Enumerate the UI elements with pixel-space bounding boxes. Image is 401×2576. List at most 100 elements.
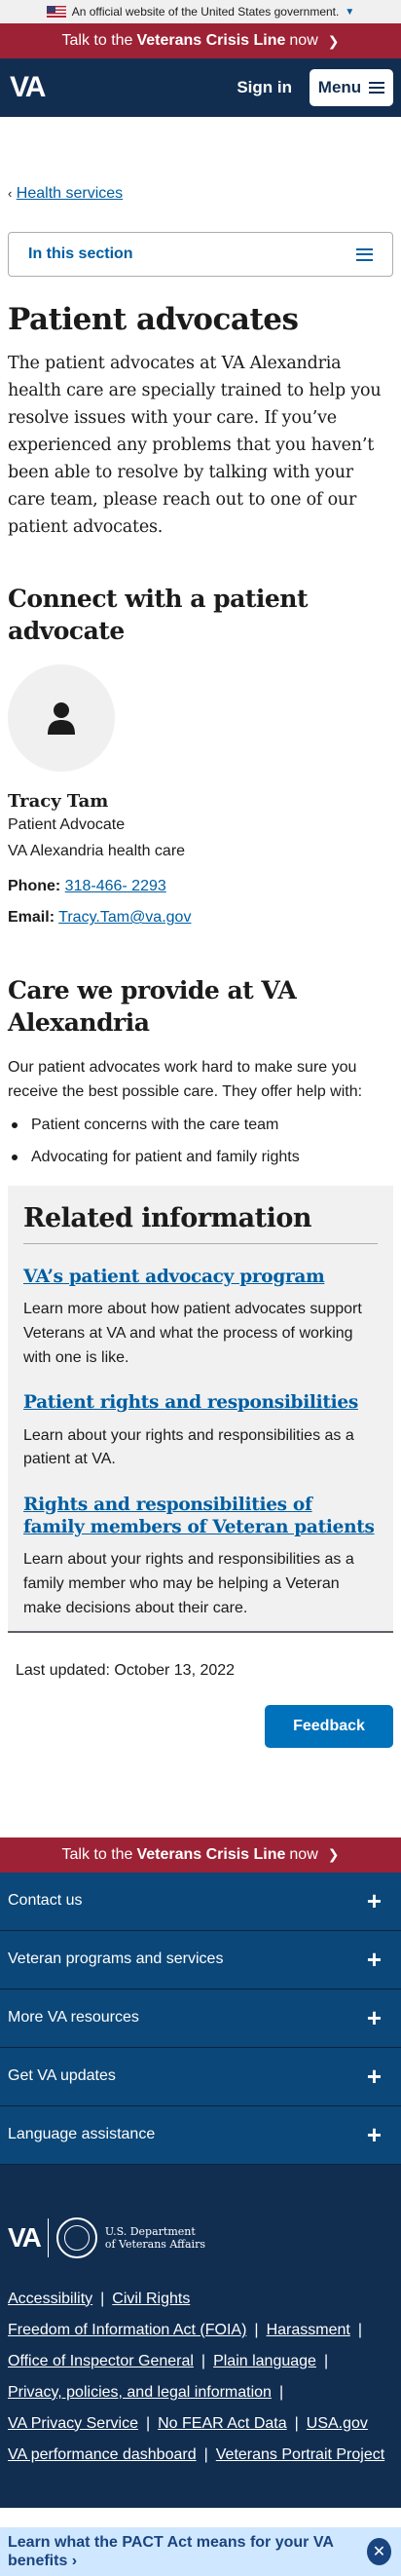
related-information: Related information VA’s patient advocac… [8,1185,393,1633]
sign-in-button[interactable]: Sign in [237,78,292,97]
plus-icon: + [366,2119,382,2149]
person-icon [48,702,75,736]
plus-icon: + [366,1885,382,1915]
crisis-prefix: Talk to the [61,1845,133,1863]
department-name: U.S. Department of Veterans Affairs [105,2225,205,2251]
crisis-suffix: now [289,1845,318,1863]
footer-link-harassment[interactable]: Harassment [267,2322,350,2338]
accordion-label: Contact us [8,1892,83,1910]
related-description: Learn about your rights and responsibili… [23,1551,354,1616]
footer-link-privacy[interactable]: Privacy, policies, and legal information [8,2384,272,2401]
official-gov-banner[interactable]: An official website of the United States… [0,0,401,23]
footer-link-portrait-project[interactable]: Veterans Portrait Project [216,2446,384,2463]
footer-link-no-fear[interactable]: No FEAR Act Data [158,2415,287,2432]
in-this-section-menu[interactable]: In this section [8,232,393,277]
footer-accordion-get-updates[interactable]: Get VA updates + [0,2047,401,2106]
veterans-crisis-line-banner[interactable]: Talk to the Veterans Crisis Line now ❯ [0,23,401,58]
footer-bottom: VA U.S. Department of Veterans Affairs A… [0,2165,401,2508]
accordion-label: Get VA updates [8,2067,116,2085]
footer-accordion-language-assistance[interactable]: Language assistance + [0,2105,401,2165]
plus-icon: + [366,2061,382,2091]
department-line-1: U.S. Department [104,2224,196,2238]
pact-banner-link[interactable]: Learn what the PACT Act means for your V… [8,2533,367,2570]
related-heading: Related information [23,1201,378,1244]
site-header: VA Sign in Menu [0,58,401,117]
footer-accordion-contact-us[interactable]: Contact us + [0,1872,401,1931]
crisis-prefix: Talk to the [61,32,133,49]
advocate-role: Patient Advocate [8,816,126,834]
related-item: Rights and responsibilities of family me… [23,1494,378,1621]
breadcrumb: ‹ Health services [8,185,393,203]
chevron-right-icon: ❯ [327,1846,340,1863]
accordion-label: More VA resources [8,2009,139,2027]
feedback-row: Feedback [8,1704,393,1748]
related-description: Learn more about how patient advocates s… [23,1301,362,1366]
related-link-patient-rights[interactable]: Patient rights and responsibilities [23,1391,378,1414]
care-heading: Care we provide at VA Alexandria [8,976,297,1037]
crisis-line-name: Veterans Crisis Line [136,32,286,49]
connect-heading: Connect with a patient advocate [8,585,309,645]
footer-accordion-more-resources[interactable]: More VA resources + [0,1989,401,2048]
phone-label: Phone: [8,878,61,895]
footer-link-oig[interactable]: Office of Inspector General [8,2353,194,2369]
hamburger-icon [356,247,373,261]
related-item: VA’s patient advocacy program Learn more… [23,1266,378,1371]
plus-icon: + [366,2002,382,2032]
site-footer: Contact us + Veteran programs and servic… [0,1872,401,2508]
related-item: Patient rights and responsibilities Lear… [23,1391,378,1472]
footer-link-plain-language[interactable]: Plain language [213,2353,316,2369]
chevron-right-icon: ❯ [327,32,340,49]
pact-banner-text: Learn what the PACT Act means for your V… [8,2533,334,2569]
avatar [8,664,115,773]
footer-logo[interactable]: VA U.S. Department of Veterans Affairs [8,2216,393,2258]
footer-link-performance-dashboard[interactable]: VA performance dashboard [8,2446,197,2463]
page-title: Patient advocates [8,302,299,337]
care-description: Our patient advocates work hard to make … [8,1059,363,1100]
advocate-facility: VA Alexandria health care [8,843,186,860]
last-updated: Last updated: October 13, 2022 [16,1661,236,1679]
related-link-family-rights[interactable]: Rights and responsibilities of family me… [23,1494,378,1538]
footer-link-accessibility[interactable]: Accessibility [8,2291,92,2307]
pact-act-banner[interactable]: Learn what the PACT Act means for your V… [0,2526,401,2576]
plus-icon: + [366,1944,382,1974]
divider [47,2217,49,2257]
care-list: Patient concerns with the care team Advo… [8,1117,393,1166]
us-flag-icon [46,6,66,18]
chevron-down-icon: ▼ [345,6,355,18]
footer-link-usa-gov[interactable]: USA.gov [307,2415,368,2432]
va-logo[interactable]: VA [10,71,46,104]
footer-link-civil-rights[interactable]: Civil Rights [112,2291,190,2307]
department-line-2: of Veterans Affairs [104,2237,205,2251]
footer-link-foia[interactable]: Freedom of Information Act (FOIA) [8,2322,246,2338]
close-icon[interactable]: ✕ [366,2537,391,2565]
hamburger-icon [369,82,385,94]
footer-link-va-privacy-service[interactable]: VA Privacy Service [8,2415,138,2432]
menu-label: Menu [317,78,362,96]
feedback-button[interactable]: Feedback [265,1704,393,1748]
related-description: Learn about your rights and responsibili… [23,1426,354,1468]
menu-button[interactable]: Menu [310,69,393,106]
official-banner-text: An official website of the United States… [71,5,340,19]
in-section-label: In this section [28,246,133,262]
list-item: Advocating for patient and family rights [8,1149,393,1166]
va-seal-icon [55,2216,97,2258]
accordion-label: Language assistance [8,2126,156,2143]
va-logo: VA [8,2221,42,2253]
email-row: Email: Tracy.Tam@va.gov [8,909,393,927]
crisis-line-name: Veterans Crisis Line [136,1845,286,1863]
phone-link[interactable]: 318-466- 2293 [65,878,166,894]
list-item: Patient concerns with the care team [8,1117,393,1134]
footer-accordion-veteran-programs[interactable]: Veteran programs and services + [0,1930,401,1989]
footer-links: Accessibility | Civil Rights Freedom of In… [8,2290,385,2463]
veterans-crisis-line-footer-banner[interactable]: Talk to the Veterans Crisis Line now ❯ [0,1837,401,1873]
page-intro: The patient advocates at VA Alexandria h… [8,354,382,538]
email-link[interactable]: Tracy.Tam@va.gov [58,909,191,926]
breadcrumb-health-services-link[interactable]: Health services [17,185,123,202]
chevron-right-icon: › [71,2552,78,2569]
crisis-suffix: now [289,32,318,49]
related-link-advocacy-program[interactable]: VA’s patient advocacy program [23,1266,378,1288]
phone-row: Phone: 318-466- 2293 [8,878,393,895]
advocate-name: Tracy Tam [8,791,109,813]
chevron-left-icon: ‹ [8,186,13,201]
accordion-label: Veteran programs and services [8,1951,224,1968]
